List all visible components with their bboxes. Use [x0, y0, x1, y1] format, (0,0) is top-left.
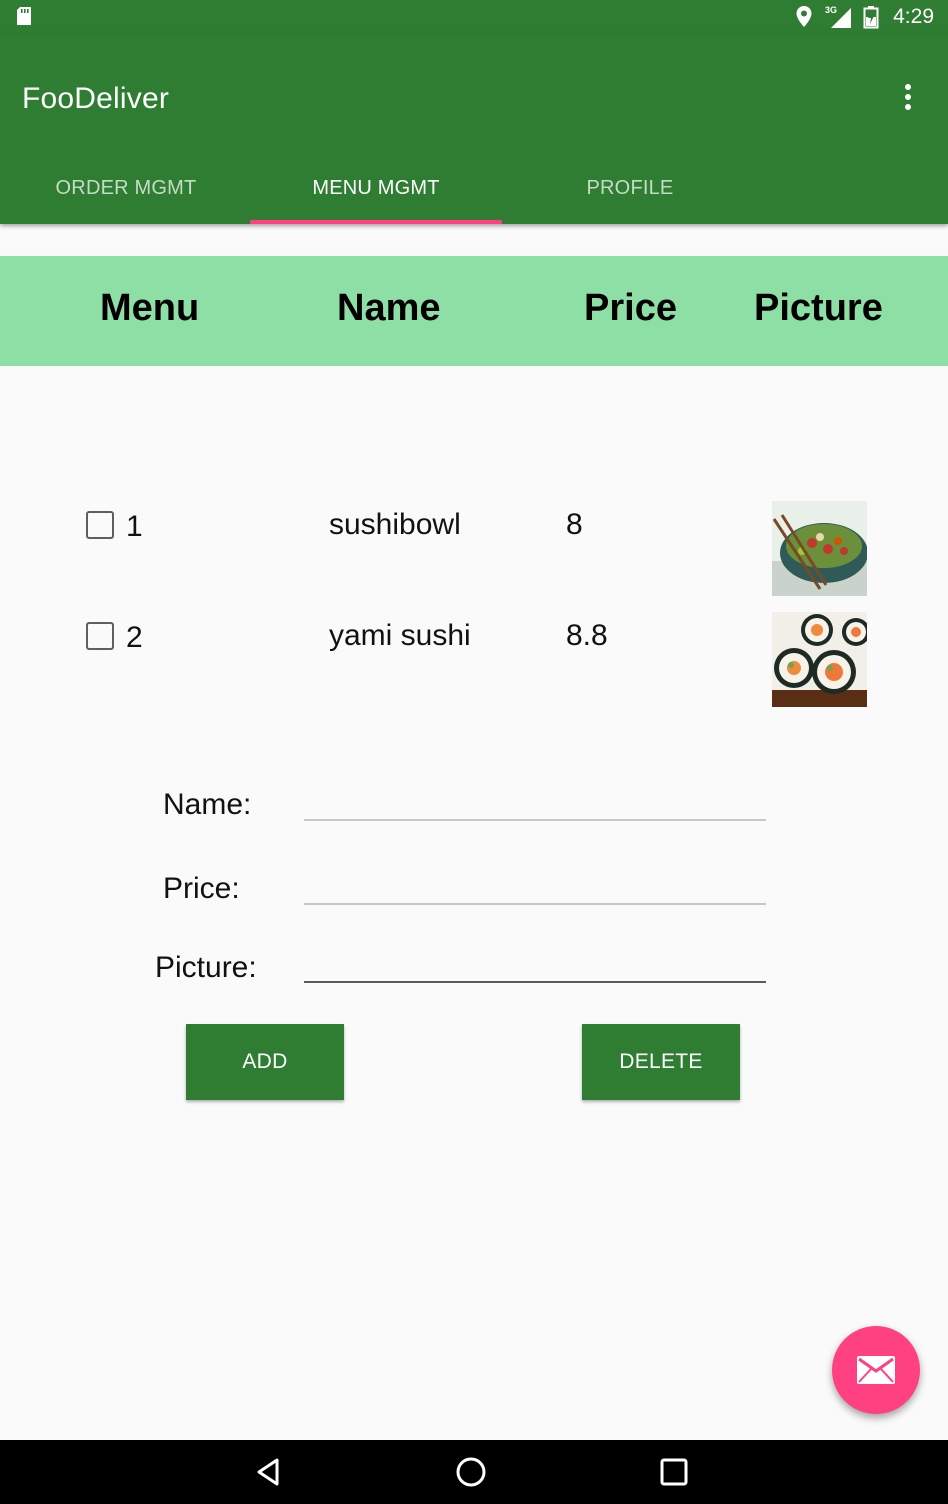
picture-field[interactable] — [304, 943, 766, 983]
table-row: 1 sushibowl 8 — [0, 500, 948, 600]
overflow-menu-icon[interactable] — [898, 80, 918, 114]
row-id: 2 — [126, 621, 143, 654]
sushi-roll-photo — [772, 612, 867, 707]
clock: 4:29 — [893, 5, 934, 28]
row-checkbox[interactable] — [86, 622, 114, 650]
sushibowl-photo — [772, 501, 867, 596]
table-row: 2 yami sushi 8.8 — [0, 611, 948, 711]
row-name: yami sushi — [329, 619, 471, 652]
picture-label: Picture: — [155, 951, 257, 984]
tab-bar: ORDER MGMT MENU MGMT PROFILE — [0, 152, 948, 224]
location-icon — [796, 6, 812, 27]
table-header: Menu Name Price Picture — [0, 256, 948, 366]
sd-card-icon — [17, 7, 31, 25]
add-button[interactable]: ADD — [186, 1024, 344, 1100]
row-price: 8 — [566, 508, 583, 541]
back-icon[interactable] — [250, 1454, 286, 1490]
cell-signal-icon: 3G — [825, 5, 852, 28]
tab-menu-mgmt[interactable]: MENU MGMT — [250, 152, 502, 224]
svg-text:3G: 3G — [825, 5, 837, 15]
mail-icon — [857, 1356, 895, 1384]
system-nav-bar — [0, 1440, 948, 1504]
row-price: 8.8 — [566, 619, 608, 652]
header-price: Price — [584, 287, 677, 329]
tab-profile[interactable]: PROFILE — [504, 152, 756, 224]
app-title: FooDeliver — [22, 82, 170, 115]
compose-mail-button[interactable] — [832, 1326, 920, 1414]
home-icon[interactable] — [453, 1454, 489, 1490]
price-field[interactable] — [304, 865, 766, 905]
row-id: 1 — [126, 510, 143, 543]
battery-icon — [863, 6, 879, 29]
row-name: sushibowl — [329, 508, 461, 541]
name-label: Name: — [163, 788, 252, 821]
price-label: Price: — [163, 872, 240, 905]
status-bar: 3G 4:29 — [0, 0, 948, 34]
tab-indicator — [250, 220, 502, 224]
recents-icon[interactable] — [656, 1454, 692, 1490]
delete-button[interactable]: DELETE — [582, 1024, 740, 1100]
tab-order-mgmt[interactable]: ORDER MGMT — [0, 152, 252, 224]
header-picture: Picture — [754, 287, 883, 329]
header-menu: Menu — [100, 287, 200, 329]
app-bar: FooDeliver ORDER MGMT MENU MGMT PROFILE — [0, 34, 948, 224]
header-name: Name — [337, 287, 441, 329]
name-field[interactable] — [304, 781, 766, 821]
row-checkbox[interactable] — [86, 511, 114, 539]
